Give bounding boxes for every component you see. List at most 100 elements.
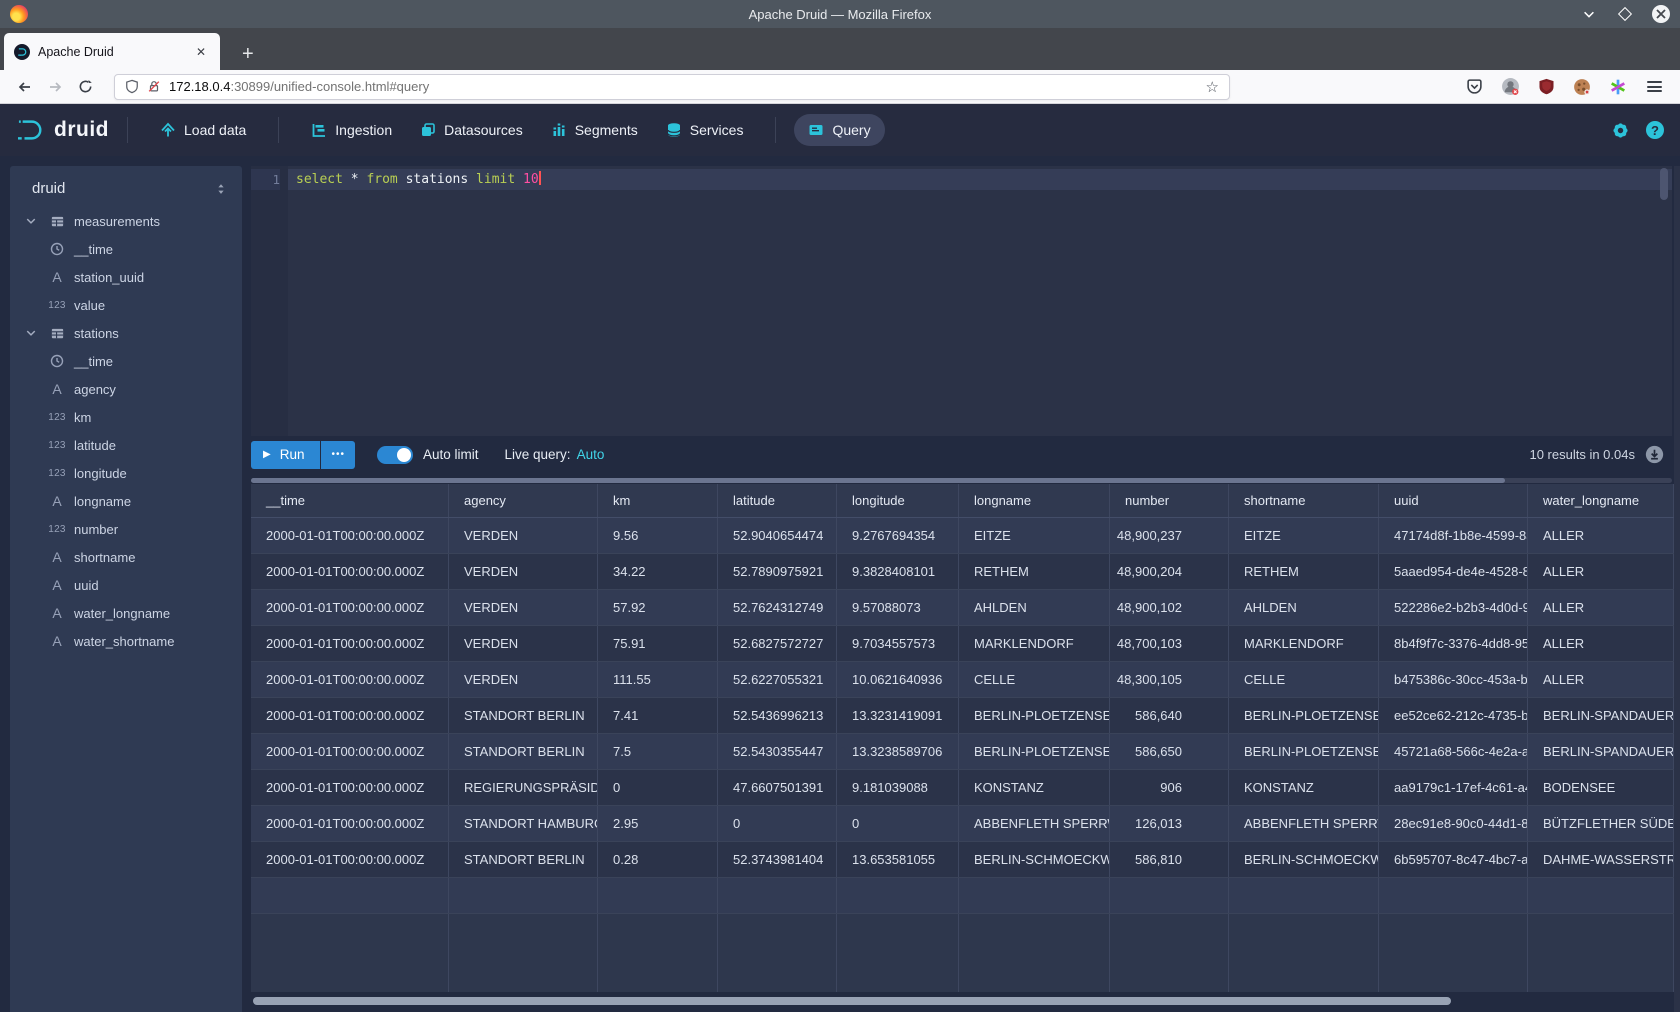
table-cell[interactable]: CELLE [959,662,1110,697]
table-cell[interactable]: 2000-01-01T00:00:00.000Z [251,554,449,589]
results-right-scrollbar[interactable] [1674,166,1680,1012]
chevron-down-icon[interactable] [22,215,40,227]
table-cell[interactable]: KONSTANZ [1229,770,1379,805]
live-query-value-link[interactable]: Auto [577,447,605,462]
results-top-scrollbar[interactable] [251,478,1672,483]
sidebar-column-value[interactable]: 123 value [10,291,242,319]
table-cell[interactable]: 0 [837,806,959,841]
column-header[interactable]: __time [251,484,449,517]
table-cell[interactable]: 47.6607501391 [718,770,837,805]
scrollbar-thumb[interactable] [253,997,1451,1005]
sidebar-column-water-shortname[interactable]: A water_shortname [10,627,242,655]
bookmark-star-icon[interactable]: ☆ [1206,78,1219,96]
table-cell[interactable]: 28ec91e8-90c0-44d1-8fc [1379,806,1528,841]
table-cell[interactable]: 52.3743981404 [718,842,837,877]
nav-ingestion[interactable]: Ingestion [297,114,406,146]
window-maximize-button[interactable] [1616,5,1634,23]
column-header[interactable]: water_longname [1528,484,1674,517]
chevron-down-icon[interactable] [22,327,40,339]
sidebar-column-agency[interactable]: A agency [10,375,242,403]
table-cell[interactable]: 2000-01-01T00:00:00.000Z [251,626,449,661]
table-cell[interactable]: 111.55 [598,662,718,697]
table-cell[interactable]: 52.6827572727 [718,626,837,661]
window-close-button[interactable] [1652,5,1670,23]
column-header[interactable]: km [598,484,718,517]
druid-brand[interactable]: druid [16,117,109,143]
schema-selector[interactable]: druid [10,166,242,207]
table-cell[interactable]: 2000-01-01T00:00:00.000Z [251,842,449,877]
sidebar-table-measurements[interactable]: measurements [10,207,242,235]
account-icon[interactable] [1500,77,1520,97]
table-cell[interactable]: 7.41 [598,698,718,733]
column-header[interactable]: agency [449,484,598,517]
table-cell[interactable]: 9.181039088 [837,770,959,805]
sidebar-column-km[interactable]: 123 km [10,403,242,431]
sidebar-column-longname[interactable]: A longname [10,487,242,515]
table-cell[interactable]: 126,013 [1110,806,1229,841]
table-cell[interactable]: 586,640 [1110,698,1229,733]
table-cell[interactable]: ee52ce62-212c-4735-b4 [1379,698,1528,733]
table-cell[interactable]: 48,900,204 [1110,554,1229,589]
sql-editor[interactable]: 1 select * from stations limit 10 [251,166,1672,436]
pocket-icon[interactable] [1464,77,1484,97]
table-cell[interactable]: 0.28 [598,842,718,877]
table-cell[interactable]: ALLER [1528,626,1674,661]
cookie-extension-icon[interactable] [1572,77,1592,97]
table-cell[interactable]: 7.5 [598,734,718,769]
nav-query[interactable]: Query [794,114,884,146]
table-cell[interactable]: DAHME-WASSERSTRAS [1528,842,1674,877]
column-header[interactable]: shortname [1229,484,1379,517]
sidebar-column-number[interactable]: 123 number [10,515,242,543]
table-cell[interactable]: 10.0621640936 [837,662,959,697]
table-cell[interactable]: STANDORT BERLIN [449,842,598,877]
table-cell[interactable]: 2000-01-01T00:00:00.000Z [251,518,449,553]
sidebar-column-time[interactable]: __time [10,347,242,375]
table-cell[interactable]: 522286e2-b2b3-4d0d-9a [1379,590,1528,625]
table-cell[interactable]: ALLER [1528,518,1674,553]
table-cell[interactable]: aa9179c1-17ef-4c61-a48 [1379,770,1528,805]
table-cell[interactable]: 13.3238589706 [837,734,959,769]
auto-limit-toggle[interactable] [377,446,413,464]
table-cell[interactable]: VERDEN [449,590,598,625]
table-cell[interactable]: BERLIN-PLOETZENSEE C [1229,698,1379,733]
table-cell[interactable]: BERLIN-SPANDAUER-S [1528,734,1674,769]
column-header[interactable]: number [1110,484,1229,517]
back-button[interactable] [10,74,40,100]
table-cell[interactable]: 45721a68-566c-4e2a-a6 [1379,734,1528,769]
table-cell[interactable]: AHLDEN [959,590,1110,625]
table-cell[interactable]: ALLER [1528,554,1674,589]
settings-gear-icon[interactable] [1611,121,1630,140]
table-cell[interactable]: 9.2767694354 [837,518,959,553]
table-cell[interactable]: 75.91 [598,626,718,661]
table-cell[interactable]: 9.3828408101 [837,554,959,589]
table-cell[interactable]: MARKLENDORF [959,626,1110,661]
table-cell[interactable]: BERLIN-SPANDAUER-S [1528,698,1674,733]
table-cell[interactable]: 47174d8f-1b8e-4599-8a [1379,518,1528,553]
table-cell[interactable]: STANDORT BERLIN [449,734,598,769]
window-minimize-button[interactable] [1580,5,1598,23]
nav-segments[interactable]: Segments [537,114,652,146]
menu-hamburger-icon[interactable] [1644,77,1664,97]
column-header[interactable]: uuid [1379,484,1528,517]
new-tab-button[interactable]: + [234,43,262,70]
table-cell[interactable]: 9.57088073 [837,590,959,625]
column-header[interactable]: longname [959,484,1110,517]
table-cell[interactable]: STANDORT HAMBURG [449,806,598,841]
scrollbar-thumb[interactable] [251,478,1505,483]
editor-code[interactable]: select * from stations limit 10 [288,166,1672,436]
table-cell[interactable]: VERDEN [449,554,598,589]
table-cell[interactable]: MARKLENDORF [1229,626,1379,661]
help-icon[interactable]: ? [1646,121,1664,139]
table-cell[interactable]: 52.7890975921 [718,554,837,589]
table-cell[interactable]: BÜTZFLETHER SÜDERE [1528,806,1674,841]
table-cell[interactable]: BERLIN-PLOETZENSEE C [959,698,1110,733]
column-header[interactable]: longitude [837,484,959,517]
table-cell[interactable]: ABBENFLETH SPERRWEI [959,806,1110,841]
reload-button[interactable] [70,74,100,100]
table-cell[interactable]: 9.7034557573 [837,626,959,661]
table-cell[interactable]: RETHEM [959,554,1110,589]
tab-apache-druid[interactable]: Apache Druid ✕ [4,33,220,70]
ublock-origin-icon[interactable] [1536,77,1556,97]
sidebar-column-longitude[interactable]: 123 longitude [10,459,242,487]
table-cell[interactable]: 5aaed954-de4e-4528-8f [1379,554,1528,589]
